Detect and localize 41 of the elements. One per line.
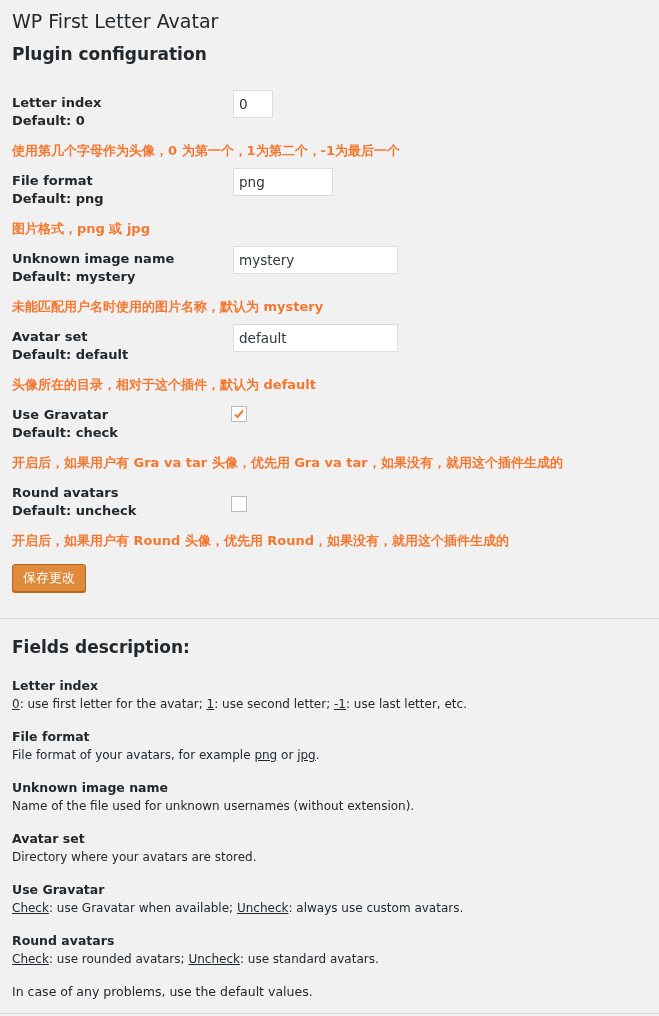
text-field[interactable]: mystery	[233, 246, 398, 274]
field-description: File format of your avatars, for example png or jpg.	[12, 747, 321, 764]
field-default: Default: default	[12, 346, 130, 364]
field-note: 图片格式，png 或 jpg	[12, 220, 151, 238]
field-label: Use Gravatar	[12, 406, 110, 424]
field-description: Directory where your avatars are stored.	[12, 849, 258, 866]
field-default: Default: uncheck	[12, 502, 138, 520]
field-title: Letter index	[12, 677, 100, 695]
field-default: Default: 0	[12, 112, 86, 130]
field-title: Avatar set	[12, 830, 86, 848]
text-field[interactable]: 0	[233, 90, 273, 118]
field-default: Default: png	[12, 190, 105, 208]
field-label: Round avatars	[12, 484, 120, 502]
field-label: Unknown image name	[12, 250, 176, 268]
field-title: Round avatars	[12, 932, 116, 950]
field-label: File format	[12, 172, 94, 190]
text-field[interactable]: default	[233, 324, 398, 352]
field-description: Name of the file used for unknown usernames (without extension).	[12, 798, 416, 815]
field-default: Default: check	[12, 424, 119, 442]
field-label: Letter index	[12, 94, 103, 112]
field-description: Check: use rounded avatars; Uncheck: use standard avatars.	[12, 951, 380, 968]
field-description: Check: use Gravatar when available; Uncheck: always use custom avatars.	[12, 900, 465, 917]
field-note: 未能匹配用户名时使用的图片名称，默认为 mystery	[12, 298, 325, 316]
checkbox[interactable]	[231, 406, 247, 422]
field-note: 头像所在的目录，相对于这个插件，默认为 default	[12, 376, 317, 394]
field-title: Use Gravatar	[12, 881, 106, 899]
field-note: 开启后，如果用户有 Round 头像，优先用 Round，如果没有，就用这个插件生成的	[12, 532, 511, 550]
text-field[interactable]: png	[233, 168, 333, 196]
field-default: Default: mystery	[12, 268, 137, 286]
checkbox[interactable]	[231, 496, 247, 512]
help-text: In case of any problems, use the default values.	[12, 983, 314, 1001]
field-title: Unknown image name	[12, 779, 169, 797]
field-description: 0: use first letter for the avatar; 1: use second letter; -1: use last letter, etc.	[12, 696, 468, 713]
section-heading: Plugin configuration	[12, 43, 208, 66]
field-title: File format	[12, 728, 91, 746]
section-heading: Fields description:	[12, 636, 191, 659]
page-title: WP First Letter Avatar	[12, 9, 220, 34]
field-label: Avatar set	[12, 328, 89, 346]
field-note: 开启后，如果用户有 Gra va tar 头像，优先用 Gra va tar，如果没有，就用这个插件生成的	[12, 454, 564, 472]
check-icon	[233, 408, 245, 420]
field-note: 使用第几个字母作为头像，0 为第一个，1为第二个，-1为最后一个	[12, 142, 402, 160]
